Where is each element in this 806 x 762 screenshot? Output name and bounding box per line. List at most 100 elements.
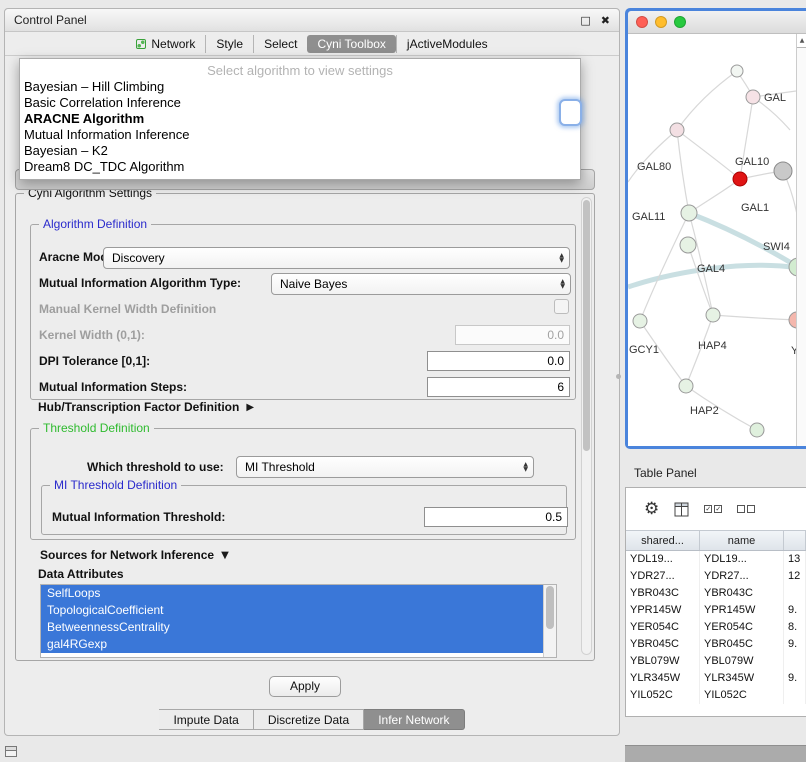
network-edge[interactable] bbox=[689, 179, 740, 213]
network-node[interactable] bbox=[746, 90, 760, 104]
network-node[interactable] bbox=[789, 312, 796, 328]
tab[interactable]: jActiveModules bbox=[396, 35, 498, 53]
panel-dock-icon[interactable] bbox=[5, 746, 17, 757]
network-graph[interactable]: GALGAL80GAL10GAL11GAL1SWI4GAL4GCY1HAP4HA… bbox=[628, 34, 796, 446]
network-canvas[interactable]: GALGAL80GAL10GAL11GAL1SWI4GAL4GCY1HAP4HA… bbox=[628, 34, 806, 446]
table-row[interactable]: YBR043C YBR043C bbox=[626, 585, 806, 602]
cell-shared-name: YLR345W bbox=[626, 670, 700, 687]
algorithm-definition-title: Algorithm Definition bbox=[39, 217, 151, 231]
aracne-mode-select[interactable]: Discovery ▲▼ bbox=[103, 247, 570, 269]
mi-threshold-label: Mutual Information Threshold: bbox=[52, 510, 225, 524]
network-edge[interactable] bbox=[640, 213, 689, 321]
attribute-item[interactable]: BetweennessCentrality bbox=[41, 619, 543, 636]
list-scrollbar-thumb[interactable] bbox=[546, 586, 554, 629]
attribute-item[interactable]: SelfLoops bbox=[41, 585, 543, 602]
attribute-item[interactable]: gal4RGexp bbox=[41, 636, 543, 653]
bottom-tab[interactable]: Discretize Data bbox=[254, 709, 364, 730]
tab[interactable]: Select bbox=[253, 35, 307, 53]
close-icon[interactable]: ✖ bbox=[601, 14, 610, 27]
network-edge[interactable] bbox=[689, 213, 796, 267]
bottom-tab[interactable]: Infer Network bbox=[364, 709, 464, 730]
mi-type-label: Mutual Information Algorithm Type: bbox=[39, 276, 241, 290]
network-node[interactable] bbox=[731, 65, 743, 77]
hub-expander[interactable]: Hub/Transcription Factor Definition ▶ bbox=[38, 400, 254, 414]
mi-type-select[interactable]: Naive Bayes ▲▼ bbox=[271, 273, 571, 295]
close-traffic-light[interactable] bbox=[636, 16, 648, 28]
algorithm-menu-item[interactable]: Mutual Information Inference bbox=[20, 127, 580, 143]
algorithm-menu-item[interactable]: Bayesian – Hill Climbing bbox=[20, 79, 580, 95]
algorithm-menu-item[interactable]: ARACNE Algorithm bbox=[20, 111, 580, 127]
minimize-traffic-light[interactable] bbox=[655, 16, 667, 28]
select-all-icon[interactable]: ✓✓ bbox=[704, 505, 722, 513]
settings-scrollbar-thumb[interactable] bbox=[583, 200, 590, 451]
panel-resize-handle[interactable] bbox=[616, 374, 621, 379]
focused-field-fragment bbox=[559, 99, 582, 126]
cell-shared-name: YIL052C bbox=[626, 687, 700, 704]
cell-shared-name: YDR27... bbox=[626, 568, 700, 585]
mi-threshold-field[interactable]: 0.5 bbox=[424, 507, 568, 527]
table-row[interactable]: YDL19... YDL19... 13 bbox=[626, 551, 806, 568]
tab[interactable]: Network bbox=[126, 35, 205, 53]
cell-extra bbox=[784, 687, 806, 704]
network-view-window: GALGAL80GAL10GAL11GAL1SWI4GAL4GCY1HAP4HA… bbox=[625, 8, 806, 449]
settings-scrollbar[interactable] bbox=[581, 197, 592, 655]
network-edge[interactable] bbox=[677, 71, 737, 130]
sources-expander[interactable]: Sources for Network Inference ▼ bbox=[40, 548, 229, 562]
which-threshold-select[interactable]: MI Threshold ▲▼ bbox=[236, 456, 534, 478]
network-scrollbar[interactable]: ▲ bbox=[796, 34, 806, 446]
algorithm-menu-item[interactable]: Bayesian – K2 bbox=[20, 143, 580, 159]
algorithm-menu-item[interactable]: Dream8 DC_TDC Algorithm bbox=[20, 159, 580, 175]
algorithm-menu-item[interactable]: Basic Correlation Inference bbox=[20, 95, 580, 111]
network-node[interactable] bbox=[774, 162, 792, 180]
network-node[interactable] bbox=[670, 123, 684, 137]
network-edge[interactable] bbox=[677, 130, 689, 213]
network-node[interactable] bbox=[750, 423, 764, 437]
network-window-titlebar bbox=[628, 11, 806, 34]
table-row[interactable]: YIL052C YIL052C bbox=[626, 687, 806, 704]
tab-label: Style bbox=[216, 37, 243, 51]
dpi-tolerance-field[interactable]: 0.0 bbox=[427, 351, 570, 371]
table-row[interactable]: YBL079W YBL079W bbox=[626, 653, 806, 670]
network-node-label: HAP4 bbox=[698, 340, 727, 352]
network-edge[interactable] bbox=[688, 245, 713, 315]
bottom-tab[interactable]: Impute Data bbox=[159, 709, 253, 730]
table-row[interactable]: YER054C YER054C 8. bbox=[626, 619, 806, 636]
column-header-name[interactable]: name bbox=[700, 531, 784, 550]
table-row[interactable]: YLR345W YLR345W 9. bbox=[626, 670, 806, 687]
scroll-up-button[interactable]: ▲ bbox=[797, 34, 806, 48]
deselect-all-icon[interactable] bbox=[737, 505, 755, 513]
cell-name: YIL052C bbox=[700, 687, 784, 704]
network-node[interactable] bbox=[706, 308, 720, 322]
apply-button[interactable]: Apply bbox=[269, 676, 341, 697]
control-panel-window: Control Panel □ ✖ Network Style Select bbox=[4, 8, 620, 736]
network-edge[interactable] bbox=[628, 130, 677, 182]
network-node[interactable] bbox=[733, 172, 747, 186]
gear-icon[interactable]: ⚙ bbox=[644, 499, 659, 519]
cell-extra bbox=[784, 585, 806, 602]
network-node[interactable] bbox=[633, 314, 647, 328]
network-edge[interactable] bbox=[677, 130, 740, 179]
control-panel-tabbar: Network Style Select Cyni Toolbox jActiv… bbox=[5, 32, 619, 56]
float-window-icon[interactable]: □ bbox=[580, 14, 590, 27]
zoom-traffic-light[interactable] bbox=[674, 16, 686, 28]
mi-steps-field[interactable]: 6 bbox=[427, 377, 570, 397]
network-node[interactable] bbox=[681, 205, 697, 221]
tab[interactable]: Cyni Toolbox bbox=[307, 35, 395, 53]
tab[interactable]: Style bbox=[205, 35, 253, 53]
network-node[interactable] bbox=[679, 379, 693, 393]
table-body: YDL19... YDL19... 13 YDR27... YDR27... 1… bbox=[626, 551, 806, 704]
network-node[interactable] bbox=[680, 237, 696, 253]
column-selector-icon[interactable] bbox=[674, 502, 689, 517]
column-header-shared-name[interactable]: shared... bbox=[626, 531, 700, 550]
manual-kernel-checkbox bbox=[554, 299, 569, 314]
table-toolbar: ⚙ ✓✓ bbox=[626, 488, 806, 530]
attribute-item[interactable]: TopologicalCoefficient bbox=[41, 602, 543, 619]
table-row[interactable]: YPR145W YPR145W 9. bbox=[626, 602, 806, 619]
column-header-extra[interactable] bbox=[784, 531, 806, 550]
cell-extra: 12 bbox=[784, 568, 806, 585]
table-row[interactable]: YDR27... YDR27... 12 bbox=[626, 568, 806, 585]
table-row[interactable]: YBR045C YBR045C 9. bbox=[626, 636, 806, 653]
network-edge[interactable] bbox=[713, 315, 796, 320]
list-scrollbar[interactable] bbox=[543, 585, 556, 657]
updown-arrows-icon: ▲▼ bbox=[523, 462, 528, 472]
